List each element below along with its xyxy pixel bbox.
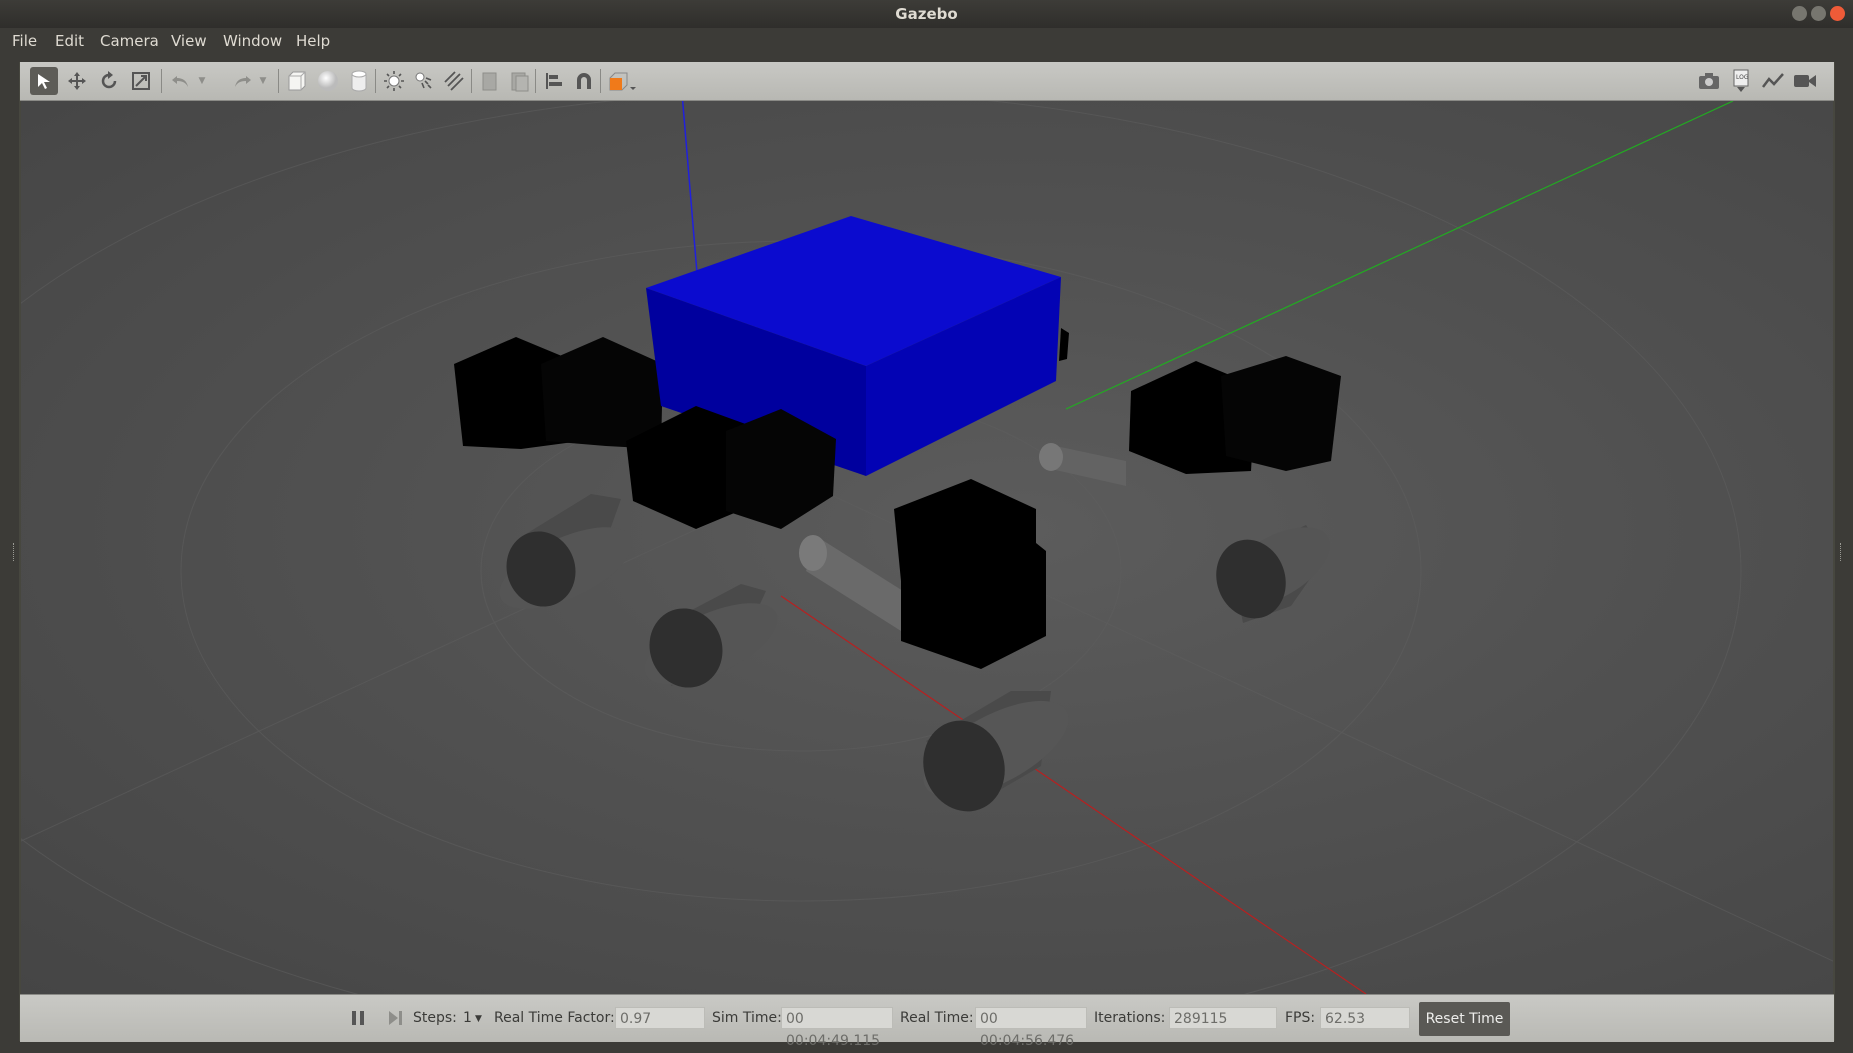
- scale-icon[interactable]: [127, 67, 155, 95]
- time-panel: Steps: 1 ▼ Real Time Factor: 0.97 Sim Ti…: [20, 994, 1834, 1049]
- wheel-back-left: [499, 494, 633, 609]
- menu-view[interactable]: View: [171, 32, 207, 50]
- view-angle-icon[interactable]: [605, 67, 639, 95]
- cylinder-shape-icon[interactable]: [345, 67, 373, 95]
- screenshot-icon[interactable]: [1695, 67, 1723, 95]
- pause-icon[interactable]: [350, 1010, 366, 1026]
- align-icon[interactable]: [540, 67, 568, 95]
- steps-value[interactable]: 1: [463, 1010, 472, 1026]
- snap-icon[interactable]: [570, 67, 598, 95]
- left-panel-handle[interactable]: [13, 543, 18, 561]
- real-time-field: 00 00:04:56.476: [975, 1007, 1087, 1049]
- redo-icon[interactable]: [228, 67, 256, 95]
- menu-help[interactable]: Help: [296, 32, 330, 50]
- log-icon[interactable]: LOG: [1727, 67, 1755, 95]
- suspension-block-back-right: [1129, 356, 1341, 474]
- sim-time-field: 00 00:04:49.115: [781, 1007, 893, 1049]
- minimize-button[interactable]: [1792, 6, 1807, 21]
- step-icon[interactable]: [387, 1010, 403, 1026]
- point-light-icon[interactable]: [380, 67, 408, 95]
- translate-icon[interactable]: [63, 67, 91, 95]
- menu-bar: File Edit Camera View Window Help: [0, 28, 1853, 56]
- fps-label: FPS:: [1285, 1010, 1316, 1026]
- 3d-viewport[interactable]: [21, 101, 1833, 994]
- paste-icon[interactable]: [506, 67, 534, 95]
- toolbar-separator: [278, 69, 279, 93]
- menu-camera[interactable]: Camera: [100, 32, 159, 50]
- directional-light-icon[interactable]: [440, 67, 468, 95]
- real-time-factor-field: 0.97: [615, 1007, 705, 1029]
- wheel-front-right: [923, 691, 1069, 812]
- box-shape-icon[interactable]: [283, 67, 311, 95]
- maximize-button[interactable]: [1811, 6, 1826, 21]
- toolbar-separator: [471, 69, 472, 93]
- reset-time-button[interactable]: Reset Time: [1419, 1002, 1510, 1036]
- sphere-shape-icon[interactable]: [314, 67, 342, 95]
- wheel-back-right: [1216, 525, 1331, 623]
- steps-label: Steps:: [413, 1010, 457, 1026]
- plot-icon[interactable]: [1759, 67, 1787, 95]
- toolbar-separator: [375, 69, 376, 93]
- toolbar-separator: [535, 69, 536, 93]
- window-title: Gazebo: [895, 5, 958, 23]
- wheel-front-left: [644, 584, 778, 688]
- real-time-label: Real Time:: [900, 1010, 974, 1026]
- undo-dropdown-icon[interactable]: ▼: [194, 67, 210, 95]
- video-record-icon[interactable]: [1791, 67, 1819, 95]
- suspension-block-back-left: [454, 337, 663, 449]
- menu-window[interactable]: Window: [223, 32, 282, 50]
- copy-icon[interactable]: [476, 67, 504, 95]
- svg-text:LOG: LOG: [1736, 74, 1749, 81]
- iterations-label: Iterations:: [1094, 1010, 1166, 1026]
- toolbar-separator: [161, 69, 162, 93]
- steps-dropdown-icon[interactable]: ▼: [475, 1014, 482, 1024]
- redo-dropdown-icon[interactable]: ▼: [255, 67, 271, 95]
- toolbar-separator: [600, 69, 601, 93]
- real-time-factor-label: Real Time Factor:: [494, 1010, 615, 1026]
- iterations-field: 289115: [1169, 1007, 1277, 1029]
- suspension-block-front-right: [894, 479, 1046, 669]
- menu-file[interactable]: File: [12, 32, 37, 50]
- close-button[interactable]: [1830, 6, 1845, 21]
- x-axis-line: [780, 595, 1367, 994]
- sim-time-label: Sim Time:: [712, 1010, 782, 1026]
- menu-edit[interactable]: Edit: [55, 32, 84, 50]
- toolbar: ▼ ▼ LOG: [20, 62, 1834, 101]
- rotate-icon[interactable]: [95, 67, 123, 95]
- axle-front: [799, 535, 911, 631]
- title-bar: Gazebo: [0, 0, 1853, 28]
- undo-icon[interactable]: [167, 67, 195, 95]
- fps-field: 62.53: [1320, 1007, 1410, 1029]
- spot-light-icon[interactable]: [410, 67, 438, 95]
- y-axis-line: [1065, 101, 1734, 410]
- axle-right: [1039, 443, 1126, 486]
- right-panel-handle[interactable]: [1840, 543, 1845, 561]
- select-arrow-icon[interactable]: [30, 67, 58, 95]
